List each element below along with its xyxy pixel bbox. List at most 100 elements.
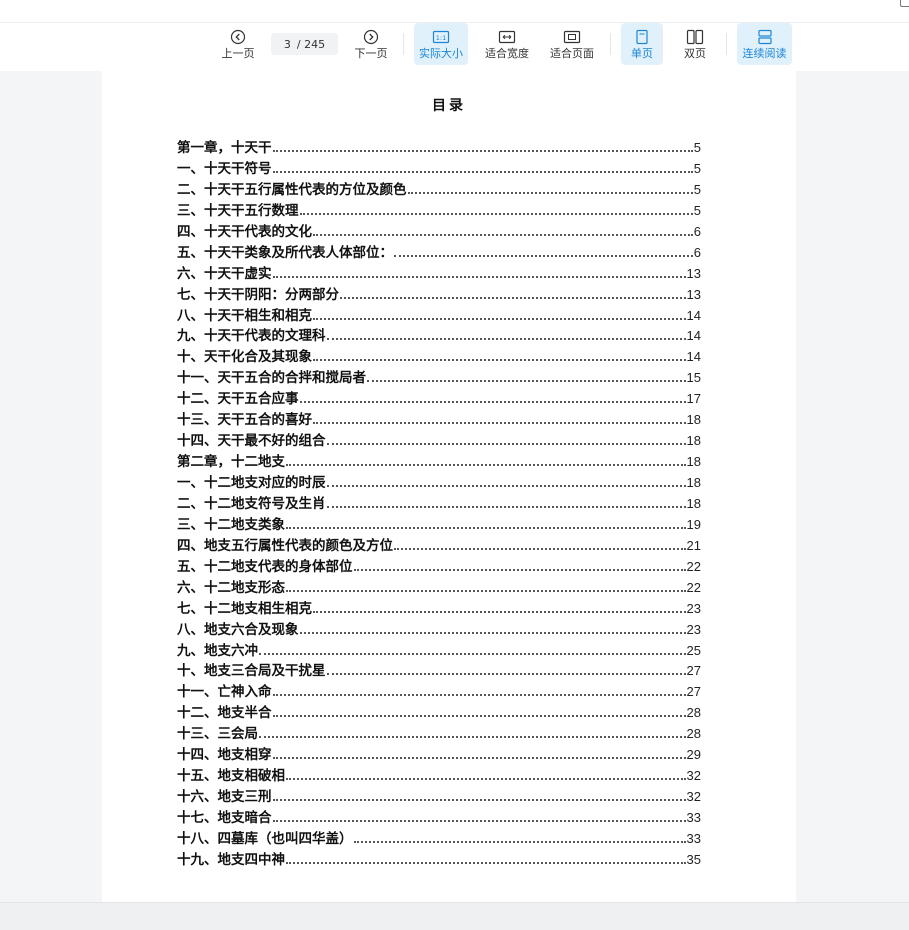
toc-page-number: 22 xyxy=(686,558,701,574)
page-number-input[interactable]: 3 xyxy=(284,38,291,51)
toc-row[interactable]: 一、十天干符号 5 xyxy=(177,157,701,178)
toc-entry-title: 十四、地支相穿 xyxy=(177,747,272,764)
toc-row[interactable]: 十四、地支相穿 29 xyxy=(177,743,701,764)
actual-size-button[interactable]: 1:1 实际大小 xyxy=(414,23,468,65)
toolbar-divider xyxy=(610,33,611,55)
toc-leader-dots xyxy=(326,505,686,508)
toc-entry-title: 八、十天干相生和相克 xyxy=(177,307,312,324)
toc-entry-title: 三、十天干五行数理 xyxy=(177,202,299,219)
toc-leader-dots xyxy=(326,337,686,341)
single-page-button[interactable]: 单页 xyxy=(621,23,663,65)
toc-leader-dots xyxy=(313,610,686,613)
toc-leader-dots xyxy=(340,296,686,299)
toc-page-number: 25 xyxy=(686,642,701,658)
toc-leader-dots xyxy=(272,798,686,802)
toc-page-number: 13 xyxy=(686,265,701,281)
toc-leader-dots xyxy=(286,589,686,592)
chevron-right-circle-icon xyxy=(363,28,379,46)
toc-row[interactable]: 十九、地支四中神 35 xyxy=(177,848,701,869)
toc-row[interactable]: 十二、地支半合 28 xyxy=(177,701,701,722)
toc-page-number: 18 xyxy=(686,412,701,428)
toc-leader-dots xyxy=(272,149,693,152)
prev-page-button[interactable]: 上一页 xyxy=(218,23,258,65)
toc-row[interactable]: 第二章，十二地支 18 xyxy=(177,450,701,471)
toc-entry-title: 第一章，十天干 xyxy=(177,140,272,156)
toc-entry-title: 十六、地支三刑 xyxy=(177,789,272,806)
toc-row[interactable]: 十七、地支暗合 33 xyxy=(177,806,701,827)
toc-entry-title: 九、十天干代表的文理科 xyxy=(177,328,326,345)
toc-page-number: 21 xyxy=(686,537,701,553)
toc-row[interactable]: 四、地支五行属性代表的颜色及方位 21 xyxy=(177,534,701,555)
toc-row[interactable]: 一、十二地支对应的时辰 18 xyxy=(177,471,701,492)
toc-entry-title: 十九、地支四中神 xyxy=(177,851,285,868)
toc-entry-title: 四、地支五行属性代表的颜色及方位 xyxy=(177,537,393,554)
toc-row[interactable]: 七、十天干阴阳：分两部分 13 xyxy=(177,283,701,304)
single-page-label: 单页 xyxy=(631,47,653,60)
toc-row[interactable]: 十、地支三合局及干扰星 27 xyxy=(177,659,701,680)
toc-row[interactable]: 十四、天干最不好的组合 18 xyxy=(177,429,701,450)
double-page-button[interactable]: 双页 xyxy=(674,23,716,65)
toc-row[interactable]: 三、十二地支类象 19 xyxy=(177,513,701,534)
toc-entry-title: 十、天干化合及其现象 xyxy=(177,349,312,366)
toc-entry-title: 十、地支三合局及干扰星 xyxy=(177,663,326,680)
fit-width-button[interactable]: 适合宽度 xyxy=(480,23,534,65)
toc-row[interactable]: 八、地支六合及现象 23 xyxy=(177,618,701,639)
continuous-reading-label: 连续阅读 xyxy=(742,47,787,60)
toc-entry-title: 十三、三会局 xyxy=(177,726,258,743)
toc-entry-title: 一、十天干符号 xyxy=(177,160,272,177)
toc-row[interactable]: 十一、天干五合的合拌和搅局者 15 xyxy=(177,366,701,387)
toc-row[interactable]: 十六、地支三刑 32 xyxy=(177,785,701,806)
toc-row[interactable]: 十五、地支相破相 32 xyxy=(177,764,701,785)
toc-row[interactable]: 十一、亡神入命 27 xyxy=(177,680,701,701)
toc-page-number: 33 xyxy=(686,810,701,825)
toc-row[interactable]: 六、十天干虚实 13 xyxy=(177,262,701,283)
toc-row[interactable]: 九、地支六冲 25 xyxy=(177,639,701,660)
toc-page-number: 32 xyxy=(686,768,701,784)
toc-page-number: 29 xyxy=(686,747,701,763)
actual-size-label: 实际大小 xyxy=(419,47,463,60)
toc-row[interactable]: 十三、三会局 28 xyxy=(177,722,701,743)
toc-row[interactable]: 五、十天干类象及所代表人体部位： 6 xyxy=(177,241,701,262)
toc-page-number: 5 xyxy=(693,202,701,218)
toc-page-number: 18 xyxy=(686,433,701,449)
toc-row[interactable]: 四、十天干代表的文化 6 xyxy=(177,220,701,241)
toc-row[interactable]: 三、十天干五行数理 5 xyxy=(177,199,701,220)
toc-page-number: 5 xyxy=(693,140,701,155)
toc-page-number: 28 xyxy=(686,726,701,742)
toc-row[interactable]: 十八、四墓库（也叫四华盖） 33 xyxy=(177,827,701,848)
toc-row[interactable]: 第一章，十天干 5 xyxy=(177,136,701,157)
toc-leader-dots xyxy=(272,819,686,822)
toc-page-number: 19 xyxy=(686,516,701,532)
toc-row[interactable]: 十二、天干五合应事 17 xyxy=(177,387,701,408)
chevron-left-circle-icon xyxy=(230,28,246,46)
toc-leader-dots xyxy=(272,756,686,760)
toc-leader-dots xyxy=(313,317,686,320)
toc-leader-dots xyxy=(286,861,686,864)
toc-row[interactable]: 六、十二地支形态 22 xyxy=(177,576,701,597)
toc-entry-title: 十一、亡神入命 xyxy=(177,684,272,701)
toc-row[interactable]: 十、天干化合及其现象 14 xyxy=(177,345,701,366)
actual-size-icon: 1:1 xyxy=(432,28,450,46)
toc-row[interactable]: 八、十天干相生和相克 14 xyxy=(177,304,701,325)
double-page-label: 双页 xyxy=(684,47,706,60)
toc-leader-dots xyxy=(394,547,686,550)
svg-text:1:1: 1:1 xyxy=(436,34,446,42)
toc-entry-title: 第二章，十二地支 xyxy=(177,454,285,471)
toc-page-number: 6 xyxy=(693,244,701,260)
toc-page-number: 6 xyxy=(693,223,701,239)
toc-entry-title: 一、十二地支对应的时辰 xyxy=(177,475,326,491)
window-corner-icon[interactable] xyxy=(900,0,909,7)
continuous-reading-button[interactable]: 连续阅读 xyxy=(737,23,792,65)
toc-entry-title: 五、十二地支代表的身体部位 xyxy=(177,558,353,575)
page-number-box[interactable]: 3 / 245 xyxy=(271,33,338,55)
toc-row[interactable]: 五、十二地支代表的身体部位 22 xyxy=(177,555,701,576)
toc-row[interactable]: 十三、天干五合的喜好 18 xyxy=(177,408,701,429)
toc-row[interactable]: 九、十天干代表的文理科 14 xyxy=(177,324,701,345)
toc-page-number: 14 xyxy=(686,328,701,344)
toc-entry-title: 十一、天干五合的合拌和搅局者 xyxy=(177,370,366,387)
toc-row[interactable]: 二、十天干五行属性代表的方位及颜色 5 xyxy=(177,178,701,199)
next-page-button[interactable]: 下一页 xyxy=(350,23,392,65)
fit-page-button[interactable]: 适合页面 xyxy=(545,23,599,65)
toc-row[interactable]: 七、十二地支相生相克 23 xyxy=(177,597,701,618)
toc-row[interactable]: 二、十二地支符号及生肖 18 xyxy=(177,492,701,513)
